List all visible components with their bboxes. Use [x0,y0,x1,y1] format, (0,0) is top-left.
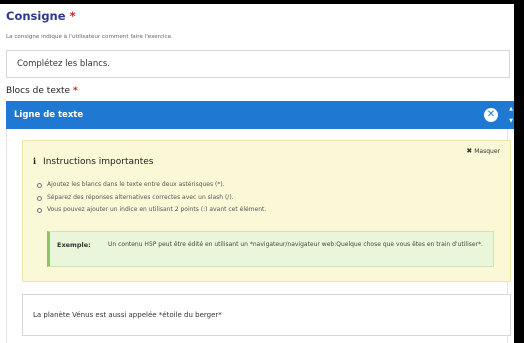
blocs-label-text: Blocs de texte [6,86,71,96]
text-line-input[interactable]: La planète Vénus est aussi appelée *étoi… [22,294,511,336]
editor-page: Consigne * La consigne indique à l'utili… [0,4,514,343]
example-box: Exemple: Un contenu H5P peut être édité … [47,231,494,267]
list-item: Ajoutez les blancs dans le texte entre d… [35,179,266,192]
example-label: Exemple: [57,241,91,249]
hide-button[interactable]: ✖ Masquer [466,147,500,155]
required-marker: * [72,86,78,96]
list-item: Séparez des réponses alternatives correc… [35,192,266,205]
instructions-title: i Instructions importantes [33,156,153,167]
list-item-title: Ligne de texte [14,110,84,120]
order-buttons: ▲ ▼ [508,101,514,129]
instructions-list: Ajoutez les blancs dans le texte entre d… [35,179,266,217]
consigne-input[interactable]: Complétez les blancs. [6,50,510,78]
instructions-box: ✖ Masquer i Instructions importantes Ajout… [22,140,511,282]
info-icon: i [33,156,37,166]
consigne-description: La consigne indique à l'utilisateur comm… [6,34,173,40]
chevron-down-icon[interactable]: ▼ [508,118,514,124]
hide-label: Masquer [474,148,500,155]
example-text: Un contenu H5P peut être édité en utilis… [108,241,483,248]
required-marker: * [69,9,76,23]
list-item: Vous pouvez ajouter un indice en utilisa… [35,204,266,217]
close-circle-icon[interactable]: ✕ [484,108,498,122]
list-item-header[interactable]: Ligne de texte ✕ [6,101,508,129]
x-icon: ✖ [466,147,473,155]
consigne-label-text: Consigne [6,9,66,23]
blocs-label: Blocs de texte * [6,86,78,96]
instructions-title-text: Instructions importantes [43,157,154,167]
consigne-label: Consigne * [6,9,76,23]
chevron-up-icon[interactable]: ▲ [508,106,514,112]
